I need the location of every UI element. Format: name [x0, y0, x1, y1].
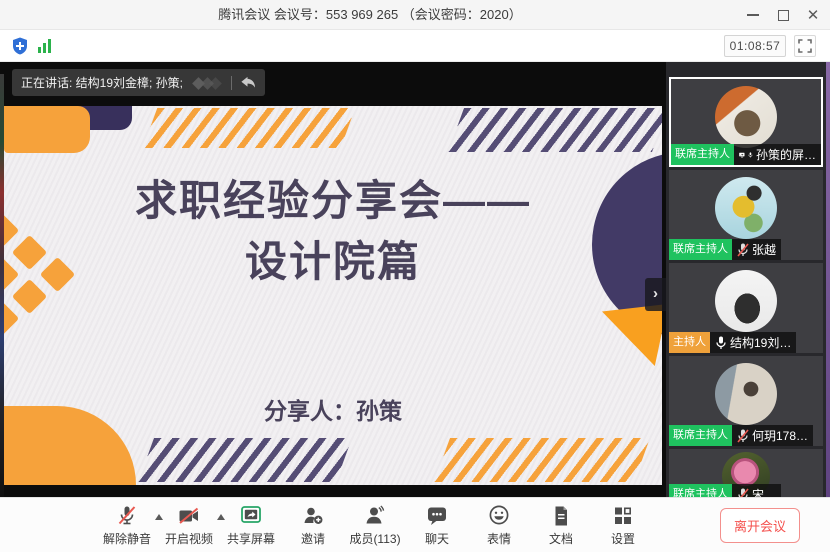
role-badge: 联席主持人 — [669, 425, 732, 446]
participants-sidebar: 联席主持人 孙策的屏… 联席主持人 张越 主持人 — [666, 62, 826, 497]
meeting-window: 腾讯会议 会议号：553 969 265 （会议密码：2020） ✕ 01:08… — [0, 0, 830, 552]
participant-tile[interactable]: 主持人 结构19刘… — [669, 263, 823, 353]
slide-diamond — [4, 301, 19, 336]
mic-on-icon — [715, 336, 727, 350]
participant-name: 何玥178… — [752, 427, 808, 444]
window-controls: ✕ — [738, 0, 828, 30]
toolbar-label: 聊天 — [425, 530, 449, 547]
toolbar-label: 共享屏幕 — [227, 530, 275, 547]
slide-title: 求职经验分享会—— 设计院篇 — [4, 170, 662, 292]
banner-divider — [231, 76, 232, 90]
slide-title-line1: 求职经验分享会—— — [4, 170, 662, 231]
mic-muted-icon — [737, 243, 749, 257]
leave-meeting-button[interactable]: 离开会议 — [720, 508, 800, 543]
status-bar: 01:08:57 — [0, 30, 830, 62]
avatar — [715, 270, 777, 332]
participant-tile[interactable]: 联席主持人 宋… — [669, 449, 823, 497]
screen-share-icon — [739, 149, 745, 161]
participant-name: 张越 — [752, 241, 776, 258]
mic-muted-icon — [737, 429, 749, 443]
share-screen-button[interactable]: 共享屏幕 — [220, 502, 282, 547]
settings-button[interactable]: 设置 — [592, 502, 654, 547]
slide-shape-orange-rect — [4, 106, 90, 153]
mic-muted-icon — [737, 488, 749, 498]
docs-button[interactable]: 文档 — [530, 502, 592, 547]
share-screen-icon — [238, 504, 264, 528]
close-button[interactable]: ✕ — [798, 0, 828, 30]
slide-hatch-orange-bottom — [434, 438, 650, 482]
settings-grid-icon — [610, 504, 636, 528]
next-slide-chevron[interactable]: › — [645, 278, 666, 311]
document-icon — [548, 504, 574, 528]
presentation-slide: 求职经验分享会—— 设计院篇 分享人：孙策 — [4, 106, 662, 485]
window-title: 腾讯会议 会议号：553 969 265 （会议密码：2020） — [0, 0, 740, 30]
members-button[interactable]: 成员(113) — [344, 502, 406, 547]
participant-name: 孙策的屏… — [756, 146, 816, 163]
reply-arrow-icon[interactable] — [239, 75, 256, 90]
toolbar-label: 成员(113) — [349, 530, 400, 547]
mic-on-icon — [748, 148, 753, 162]
avatar — [715, 363, 777, 425]
chat-button[interactable]: 聊天 — [406, 502, 468, 547]
toolbar-label: 设置 — [611, 530, 635, 547]
unmute-button[interactable]: 解除静音 — [96, 502, 158, 547]
toolbar-label: 开启视频 — [165, 530, 213, 547]
speaking-banner-text: 正在讲话: 结构19刘金樟; 孙策; — [21, 74, 183, 91]
invite-icon — [300, 504, 326, 528]
slide-hatch-orange-top — [143, 108, 356, 148]
participant-tile-sharing[interactable]: 联席主持人 孙策的屏… — [669, 77, 823, 167]
slide-title-line2: 设计院篇 — [4, 231, 662, 292]
bottom-toolbar: 解除静音 开启视频 共享屏幕 邀请 成员(113) — [0, 497, 830, 552]
slide-hatch-purple-bottom — [138, 438, 352, 482]
emoji-button[interactable]: 表情 — [468, 502, 530, 547]
participant-name: 结构19刘… — [730, 334, 791, 351]
meeting-health-shield-icon[interactable] — [10, 36, 30, 61]
role-badge: 主持人 — [669, 332, 710, 353]
role-badge: 联席主持人 — [669, 239, 732, 260]
participant-name: 宋… — [752, 486, 776, 497]
participant-tile[interactable]: 联席主持人 张越 — [669, 170, 823, 260]
toolbar-label: 文档 — [549, 530, 573, 547]
minimize-button[interactable] — [738, 0, 768, 30]
participant-tile[interactable]: 联席主持人 何玥178… — [669, 356, 823, 446]
meeting-timer: 01:08:57 — [724, 35, 786, 57]
slide-shape-orange-triangle — [602, 304, 662, 366]
watermark-logo-icon — [190, 75, 224, 91]
role-badge: 联席主持人 — [671, 144, 734, 165]
toolbar-label: 邀请 — [301, 530, 325, 547]
emoji-icon — [486, 504, 512, 528]
members-icon — [362, 504, 388, 528]
chat-icon — [424, 504, 450, 528]
toolbar-label: 表情 — [487, 530, 511, 547]
fullscreen-button[interactable] — [794, 35, 816, 57]
slide-presenter: 分享人：孙策 — [4, 392, 662, 426]
maximize-button[interactable] — [768, 0, 798, 30]
start-video-button[interactable]: 开启视频 — [158, 502, 220, 547]
mic-off-icon — [114, 504, 140, 528]
titlebar: 腾讯会议 会议号：553 969 265 （会议密码：2020） ✕ — [0, 0, 830, 30]
camera-off-icon — [176, 504, 202, 528]
invite-button[interactable]: 邀请 — [282, 502, 344, 547]
avatar — [715, 177, 777, 239]
toolbar-label: 解除静音 — [103, 530, 151, 547]
desktop-wallpaper-strip — [826, 62, 830, 552]
avatar — [715, 86, 777, 148]
network-signal-icon[interactable] — [38, 39, 51, 53]
shared-screen-area: 正在讲话: 结构19刘金樟; 孙策; 求职经验分享会—— 设计院篇 — [0, 62, 666, 497]
slide-hatch-purple-top — [448, 108, 662, 152]
role-badge: 联席主持人 — [669, 484, 732, 497]
speaking-banner: 正在讲话: 结构19刘金樟; 孙策; — [12, 69, 265, 96]
